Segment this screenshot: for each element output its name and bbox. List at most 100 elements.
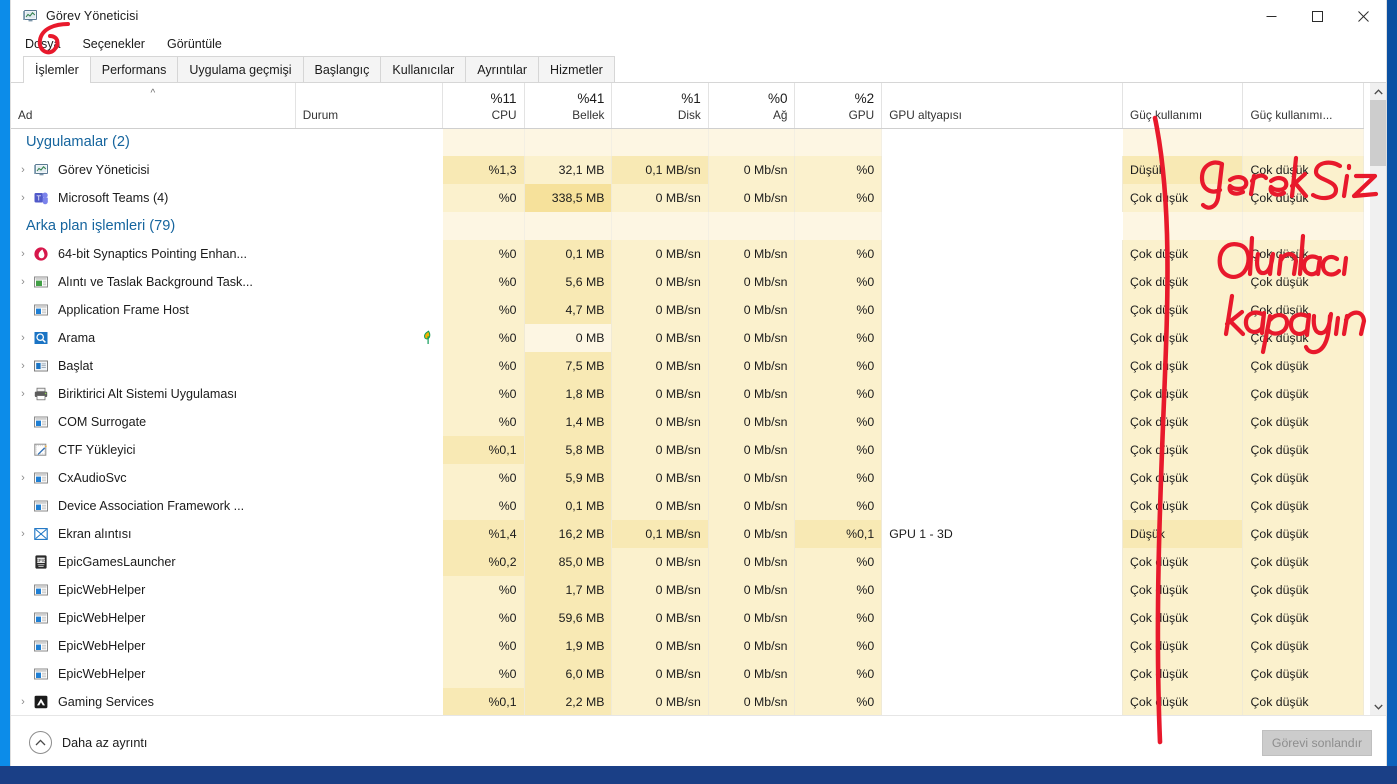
column-header-network[interactable]: %0 Ağ bbox=[708, 83, 796, 129]
table-row[interactable]: ›EpicWebHelper%01,9 MB0 MB/sn0 Mb/sn%0Ço… bbox=[11, 632, 1364, 660]
cell-disk: 0 MB/sn bbox=[611, 604, 709, 632]
tab-ayrintilar[interactable]: Ayrıntılar bbox=[465, 56, 540, 82]
table-row[interactable]: › Görev Yöneticisi %1,3 32,1 MB 0,1 MB/sn 0 M… bbox=[11, 156, 1364, 184]
table-row[interactable]: ›Device Association Framework ...%00,1 M… bbox=[11, 492, 1364, 520]
expand-chevron-icon[interactable]: › bbox=[11, 388, 33, 400]
cell-cpu: %0,2 bbox=[442, 548, 525, 576]
table-row[interactable]: › 64-bit Synaptics Pointing Enhan... %0 0,1… bbox=[11, 240, 1364, 268]
cell-cpu: %0 bbox=[442, 268, 525, 296]
table-row[interactable]: › Alıntı ve Taslak Background Task... %0 5,… bbox=[11, 268, 1364, 296]
column-header-disk[interactable]: %1 Disk bbox=[611, 83, 709, 129]
process-name-cell[interactable]: › EpicWebHelper bbox=[11, 576, 296, 604]
expand-chevron-icon[interactable]: › bbox=[11, 360, 33, 372]
process-name-cell[interactable]: › EpicWebHelper bbox=[11, 632, 296, 660]
column-header-power[interactable]: Güç kullanımı bbox=[1122, 83, 1244, 129]
process-name-cell[interactable]: › CTF Yükleyici bbox=[11, 436, 296, 464]
cell-cpu: %0 bbox=[442, 352, 525, 380]
process-name-cell[interactable]: › Görev Yöneticisi bbox=[11, 156, 296, 184]
table-row[interactable]: › Biriktirici Alt Sistemi Uygulaması %0 1,8… bbox=[11, 380, 1364, 408]
menu-dosya[interactable]: Dosya bbox=[23, 36, 62, 52]
expand-chevron-icon[interactable]: › bbox=[11, 164, 33, 176]
tab-islemler[interactable]: İşlemler bbox=[23, 56, 91, 83]
process-name-cell[interactable]: › Alıntı ve Taslak Background Task... bbox=[11, 268, 296, 296]
table-row[interactable]: › Ekran alıntısı %1,4 16,2 MB 0,1 MB/sn 0 Mb/… bbox=[11, 520, 1364, 548]
column-header-cpu[interactable]: %11 CPU bbox=[442, 83, 525, 129]
table-row[interactable]: › CTF Yükleyici %0,15,8 MB0 MB/sn0 Mb/sn%0… bbox=[11, 436, 1364, 464]
close-button[interactable] bbox=[1340, 0, 1386, 32]
menu-goruntule[interactable]: Görüntüle bbox=[165, 36, 224, 52]
table-row[interactable]: ›COM Surrogate%01,4 MB0 MB/sn0 Mb/sn%0Ço… bbox=[11, 408, 1364, 436]
column-header-name[interactable]: ^ Ad bbox=[11, 83, 296, 129]
process-name: Biriktirici Alt Sistemi Uygulaması bbox=[58, 387, 238, 401]
group-spacer-cell-network bbox=[708, 212, 796, 240]
column-header-memory[interactable]: %41 Bellek bbox=[524, 83, 613, 129]
end-task-button[interactable]: Görevi sonlandır bbox=[1262, 730, 1372, 756]
table-row[interactable]: ›EpicWebHelper%059,6 MB0 MB/sn0 Mb/sn%0Ç… bbox=[11, 604, 1364, 632]
expand-chevron-icon[interactable]: › bbox=[11, 276, 33, 288]
vertical-scrollbar[interactable] bbox=[1369, 83, 1386, 715]
column-header-pct-network: %0 bbox=[767, 90, 788, 106]
process-name-cell[interactable]: › Application Frame Host bbox=[11, 296, 296, 324]
process-name-cell[interactable]: › CxAudioSvc bbox=[11, 464, 296, 492]
table-row[interactable]: › Arama %0 0 MB 0 MB/sn 0 Mb/sn %0 Çok düşük Çok… bbox=[11, 324, 1364, 352]
process-name-cell[interactable]: › Arama bbox=[11, 324, 296, 352]
row-indent-spacer: › bbox=[11, 445, 33, 456]
expand-chevron-icon[interactable]: › bbox=[11, 332, 33, 344]
process-name-cell[interactable]: › Başlat bbox=[11, 352, 296, 380]
maximize-button[interactable] bbox=[1294, 0, 1340, 32]
expand-chevron-icon[interactable]: › bbox=[11, 528, 33, 540]
scrollbar-thumb[interactable] bbox=[1370, 100, 1386, 166]
table-row[interactable]: › CxAudioSvc %0 5,9 MB 0 MB/sn 0 Mb/sn %0 Çok d… bbox=[11, 464, 1364, 492]
process-name-cell[interactable]: › COM Surrogate bbox=[11, 408, 296, 436]
scroll-up-arrow[interactable] bbox=[1370, 83, 1386, 100]
process-name-cell[interactable]: › Ekran alıntısı bbox=[11, 520, 296, 548]
table-row[interactable]: › Gaming Services %0,1 2,2 MB 0 MB/sn 0 Mb/sn… bbox=[11, 688, 1364, 715]
column-header-status[interactable]: Durum bbox=[295, 83, 443, 129]
minimize-button[interactable] bbox=[1248, 0, 1294, 32]
table-row[interactable]: ›Application Frame Host%04,7 MB0 MB/sn0 … bbox=[11, 296, 1364, 324]
cell-disk: 0 MB/sn bbox=[611, 408, 709, 436]
expand-chevron-icon[interactable]: › bbox=[11, 248, 33, 260]
process-name-cell[interactable]: › 64-bit Synaptics Pointing Enhan... bbox=[11, 240, 296, 268]
tab-kullanicilar[interactable]: Kullanıcılar bbox=[380, 56, 467, 82]
cell-cpu: %0,1 bbox=[442, 436, 525, 464]
table-row[interactable]: › T Microsoft Teams (4) %0 338,5 MB 0 MB/sn 0 … bbox=[11, 184, 1364, 212]
scroll-down-arrow[interactable] bbox=[1370, 698, 1386, 715]
expand-chevron-icon[interactable]: › bbox=[11, 472, 33, 484]
column-header-gpuengine[interactable]: GPU altyapısı bbox=[881, 83, 1124, 129]
expand-chevron-icon[interactable]: › bbox=[11, 192, 33, 204]
process-name-cell[interactable]: ›EPIC EpicGamesLauncher bbox=[11, 548, 296, 576]
process-name-cell[interactable]: › Gaming Services bbox=[11, 688, 296, 715]
cell-gpuengine bbox=[881, 268, 1124, 296]
cell-gpuengine bbox=[881, 156, 1124, 184]
cell-cpu: %0 bbox=[442, 464, 525, 492]
expand-chevron-icon[interactable]: › bbox=[11, 696, 33, 708]
less-details-button[interactable]: Daha az ayrıntı bbox=[29, 731, 147, 754]
tab-performans[interactable]: Performans bbox=[89, 56, 179, 82]
cell-disk: 0 MB/sn bbox=[611, 688, 709, 715]
process-name: EpicWebHelper bbox=[58, 583, 146, 597]
group-spacer-cell-network bbox=[708, 128, 796, 156]
cell-powertrend: Çok düşük bbox=[1242, 576, 1364, 604]
column-header-gpu[interactable]: %2 GPU bbox=[794, 83, 883, 129]
process-name-cell[interactable]: › EpicWebHelper bbox=[11, 604, 296, 632]
process-name-cell[interactable]: › T Microsoft Teams (4) bbox=[11, 184, 296, 212]
cell-memory: 16,2 MB bbox=[524, 520, 613, 548]
cell-disk: 0 MB/sn bbox=[611, 576, 709, 604]
table-row[interactable]: ›EpicWebHelper%06,0 MB0 MB/sn0 Mb/sn%0Ço… bbox=[11, 660, 1364, 688]
cell-gpu: %0 bbox=[794, 296, 883, 324]
cell-powertrend: Çok düşük bbox=[1242, 688, 1364, 715]
process-status-cell bbox=[295, 464, 443, 492]
tab-uygulama-gecmisi[interactable]: Uygulama geçmişi bbox=[177, 56, 304, 82]
column-header-powertrend[interactable]: Güç kullanımı... bbox=[1242, 83, 1364, 129]
table-row[interactable]: ›EPIC EpicGamesLauncher %0,285,0 MB0 MB/sn… bbox=[11, 548, 1364, 576]
process-name-cell[interactable]: › Biriktirici Alt Sistemi Uygulaması bbox=[11, 380, 296, 408]
process-name-cell[interactable]: › EpicWebHelper bbox=[11, 660, 296, 688]
process-name-cell[interactable]: › Device Association Framework ... bbox=[11, 492, 296, 520]
table-row[interactable]: ›EpicWebHelper%01,7 MB0 MB/sn0 Mb/sn%0Ço… bbox=[11, 576, 1364, 604]
table-row[interactable]: › Başlat %0 7,5 MB 0 MB/sn 0 Mb/sn %0 Çok düşük… bbox=[11, 352, 1364, 380]
menu-secenekler[interactable]: Seçenekler bbox=[80, 36, 147, 52]
cell-powertrend: Çok düşük bbox=[1242, 660, 1364, 688]
tab-baslangic[interactable]: Başlangıç bbox=[302, 56, 382, 82]
tab-hizmetler[interactable]: Hizmetler bbox=[538, 56, 615, 82]
